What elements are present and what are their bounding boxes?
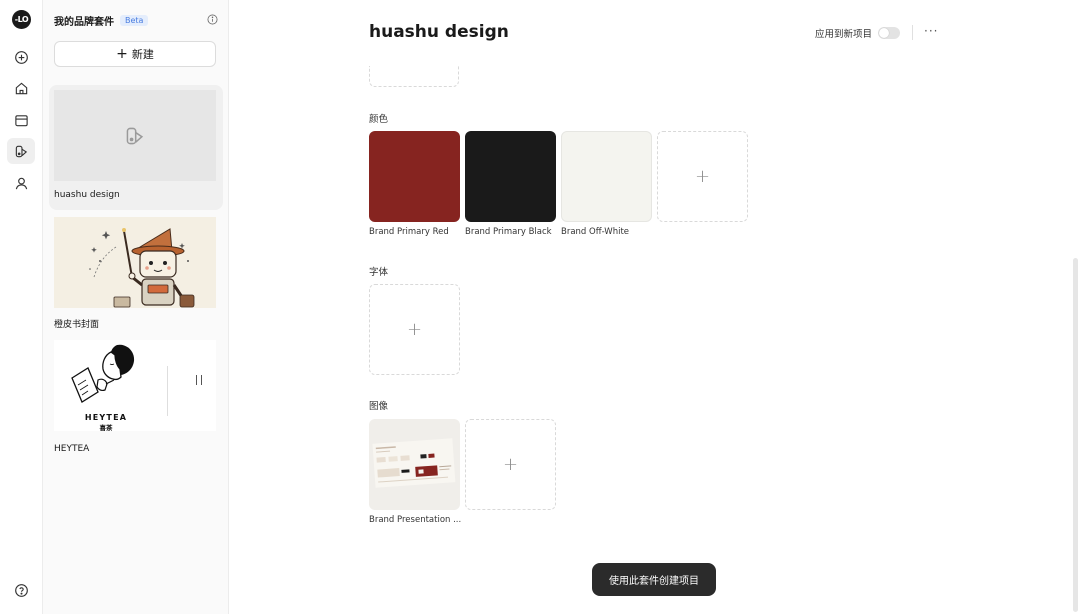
plus-icon: +: [116, 46, 128, 62]
new-kit-button[interactable]: + 新建: [54, 41, 216, 67]
plus-circle-icon: [14, 50, 28, 64]
kit-name: huashu design: [54, 190, 120, 200]
image-tile-brand-presentation[interactable]: [369, 419, 460, 510]
add-font-button[interactable]: +: [369, 284, 460, 375]
scrollbar-thumb[interactable]: [1073, 258, 1078, 612]
apply-to-new-projects-label: 应用到新项目: [815, 29, 873, 40]
add-image-button[interactable]: +: [465, 419, 556, 510]
color-name: Brand Primary Red: [369, 227, 449, 237]
brand-kit-placeholder-icon: [126, 127, 144, 144]
kit-thumbnail: HEYTEA 喜茶: [54, 340, 216, 431]
new-kit-label: 新建: [131, 48, 154, 61]
home-icon: [15, 82, 27, 94]
color-swatch-off-white[interactable]: [561, 131, 652, 222]
home-button[interactable]: [7, 75, 35, 101]
folder-icon: [14, 114, 28, 126]
image-name: Brand Presentation ...: [369, 515, 461, 525]
color-swatch-primary-black[interactable]: [465, 131, 556, 222]
help-icon: [14, 583, 28, 597]
user-icon: [15, 177, 27, 189]
thumb-divider: [167, 366, 168, 416]
plus-icon: +: [502, 454, 519, 475]
kit-card-orange-book[interactable]: 橙皮书封面: [49, 212, 223, 332]
presentation-thumbnail: [372, 438, 456, 488]
panel-header: 我的品牌套件 Beta: [54, 13, 218, 28]
kit-detail: huashu design 应用到新项目 ··· 颜色 + Brand Prim…: [229, 0, 1080, 614]
heytea-logo-illustration: HEYTEA 喜茶: [71, 344, 135, 431]
projects-button[interactable]: [7, 107, 35, 133]
beta-badge: Beta: [120, 14, 149, 26]
header-divider: [912, 25, 913, 40]
create-project-with-kit-button[interactable]: 使用此套件创建项目: [592, 563, 716, 596]
brand-kit-panel: 我的品牌套件 Beta + 新建 huashu design 橙皮书封面 HEY…: [43, 0, 229, 614]
kit-card-heytea[interactable]: HEYTEA 喜茶 HEYTEA: [49, 338, 223, 458]
color-swatch-primary-red[interactable]: [369, 131, 460, 222]
account-button[interactable]: [7, 170, 35, 196]
plus-icon: +: [694, 166, 711, 187]
icon-rail: -LO: [0, 0, 43, 614]
heytea-wordmark: HEYTEA: [85, 413, 127, 422]
kit-thumbnail: [54, 217, 216, 308]
images-section-label: 图像: [369, 401, 389, 412]
wizard-robot-illustration: [89, 228, 195, 308]
panel-title: 我的品牌套件: [54, 16, 114, 28]
previous-section-tile: [369, 66, 459, 87]
color-name: Brand Off-White: [561, 227, 630, 237]
fonts-section-label: 字体: [369, 267, 389, 278]
colors-section-label: 颜色: [369, 114, 389, 125]
plus-icon: +: [406, 319, 423, 340]
help-button[interactable]: [7, 577, 35, 603]
more-options-button[interactable]: ···: [924, 24, 938, 38]
heytea-chinese-mark: 喜茶: [100, 423, 114, 431]
kit-thumbnail: [54, 90, 216, 181]
kit-name: HEYTEA: [54, 444, 90, 454]
add-color-button[interactable]: +: [657, 131, 748, 222]
app-logo[interactable]: -LO: [12, 10, 31, 29]
kit-name: 橙皮书封面: [54, 320, 100, 330]
color-name: Brand Primary Black: [465, 227, 552, 237]
info-icon[interactable]: [207, 14, 218, 25]
kit-card-huashu[interactable]: huashu design: [49, 85, 223, 210]
brand-kit-button[interactable]: [7, 138, 35, 164]
apply-to-new-projects-toggle[interactable]: [878, 27, 900, 39]
page-title: huashu design: [369, 22, 509, 42]
pause-icon: [196, 375, 202, 385]
create-button[interactable]: [7, 44, 35, 70]
brand-kit-icon: [15, 145, 27, 157]
